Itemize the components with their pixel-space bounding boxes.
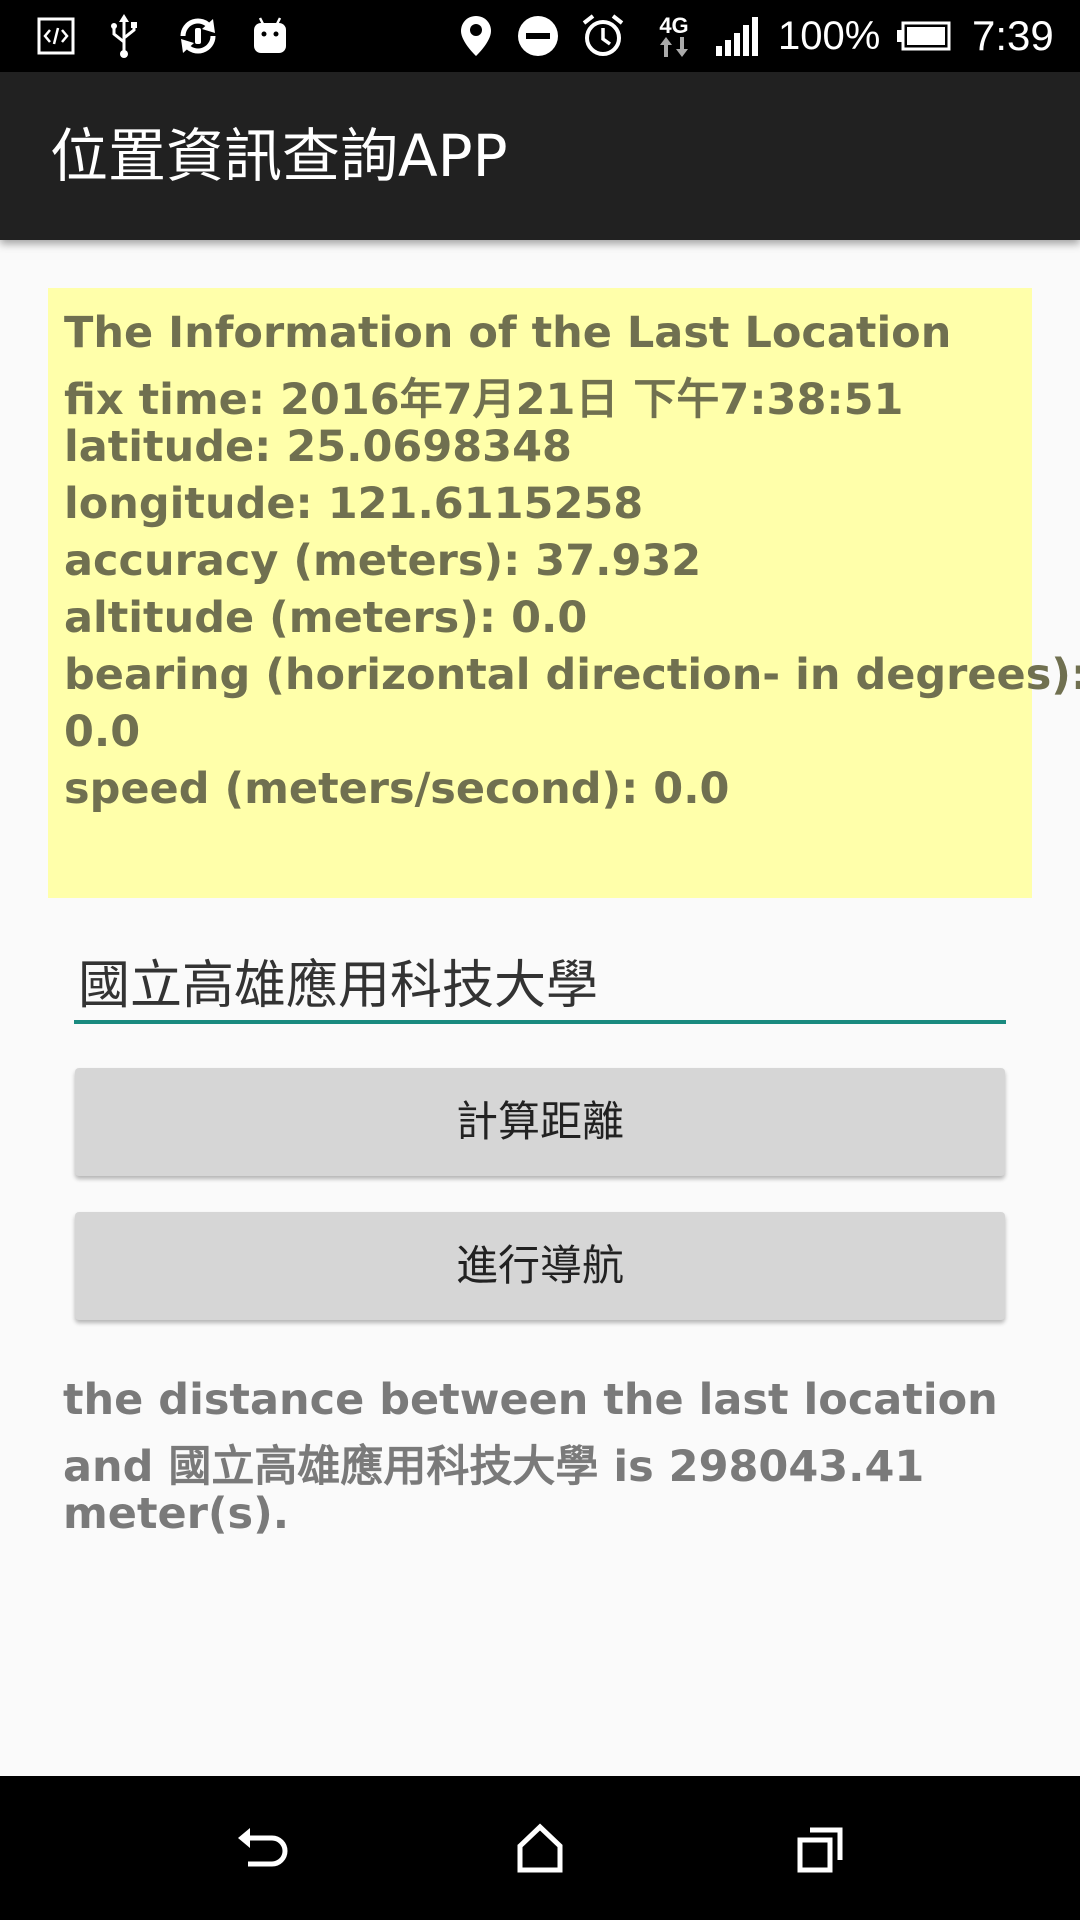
navigate-button[interactable]: 進行導航: [75, 1212, 1005, 1320]
info-speed: speed (meters/second): 0.0: [64, 764, 730, 814]
battery-icon: [896, 12, 952, 60]
signal-icon: [712, 12, 762, 60]
destination-input[interactable]: [74, 940, 1006, 1024]
clock-time: 7:39: [972, 12, 1054, 59]
network-type-label: 4G: [659, 13, 689, 38]
network-4g-icon: 4G: [650, 12, 698, 60]
battery-percentage: 100%: [778, 14, 881, 58]
calculate-distance-button[interactable]: 計算距離: [75, 1068, 1005, 1176]
navigation-bar: [0, 1776, 1080, 1920]
back-button[interactable]: [224, 1812, 296, 1884]
app-title: 位置資訊查詢APP: [50, 122, 508, 190]
location-info-panel: The Information of the Last Location fix…: [48, 288, 1080, 898]
info-bearing-value: 0.0: [64, 707, 141, 757]
sync-icon: [172, 12, 224, 60]
info-heading: The Information of the Last Location: [64, 308, 952, 358]
usb-icon: [100, 12, 148, 60]
home-icon: [517, 1823, 563, 1873]
info-bearing-label: bearing (horizontal direction- in degree…: [64, 650, 1080, 700]
info-accuracy: accuracy (meters): 37.932: [64, 536, 702, 586]
result-line: the distance between the last location: [63, 1375, 998, 1425]
code-icon: [32, 12, 80, 60]
info-latitude: latitude: 25.0698348: [64, 422, 572, 472]
alarm-icon: [578, 12, 628, 60]
android-icon: [248, 12, 292, 60]
result-line: and 國立高雄應用科技大學 is 298043.41: [63, 1442, 925, 1492]
info-longitude: longitude: 121.6115258: [64, 479, 644, 529]
info-fix-time: fix time: 2016年7月21日 下午7:38:51: [64, 375, 904, 425]
home-button[interactable]: [504, 1812, 576, 1884]
recents-icon: [797, 1827, 843, 1873]
result-line: meter(s).: [63, 1489, 290, 1539]
do-not-disturb-icon: [514, 12, 562, 60]
back-icon: [238, 1828, 288, 1867]
location-icon: [454, 12, 498, 60]
status-bar: 4G 100% 7:39: [0, 0, 1080, 72]
app-bar: 位置資訊查詢APP: [0, 72, 1080, 240]
info-altitude: altitude (meters): 0.0: [64, 593, 588, 643]
recents-button[interactable]: [784, 1812, 856, 1884]
